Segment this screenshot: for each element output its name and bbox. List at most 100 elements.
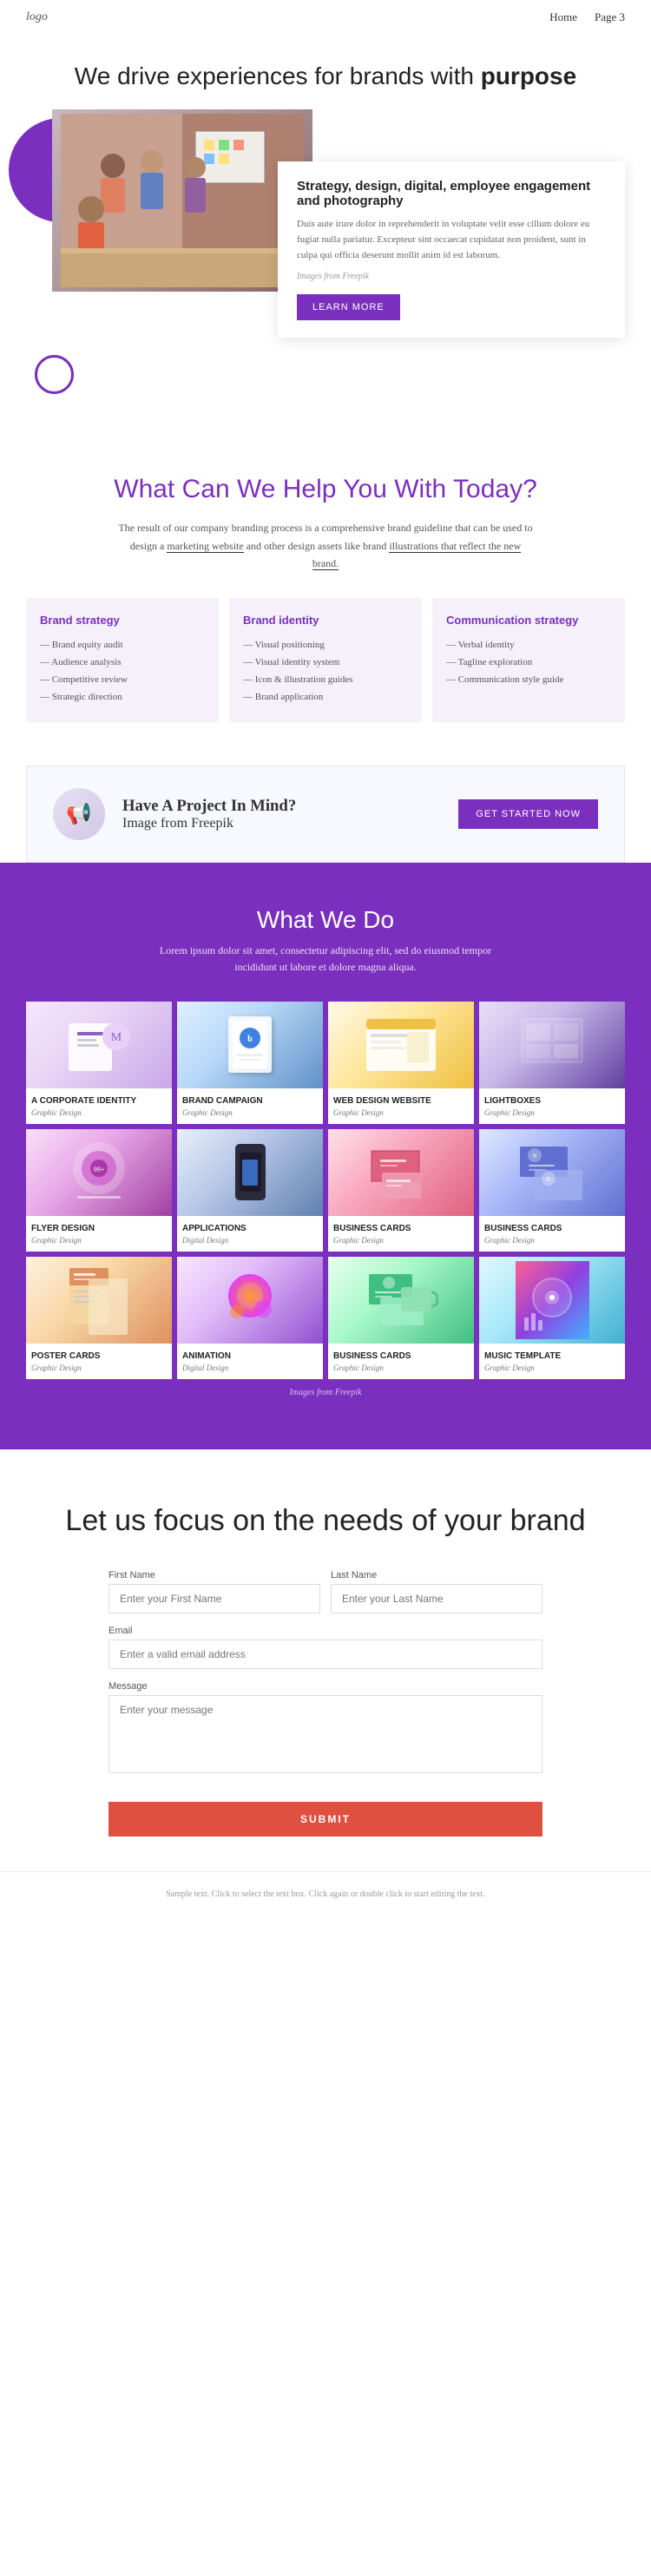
- project-banner: 📢 Have A Project In Mind? Image from Fre…: [26, 766, 625, 863]
- portfolio-thumb-applications: [177, 1129, 323, 1216]
- last-name-input[interactable]: [331, 1584, 542, 1613]
- portfolio-thumb-music: [479, 1257, 625, 1344]
- music-thumb-svg: [516, 1261, 589, 1339]
- name-row: First Name Last Name: [108, 1570, 542, 1613]
- hero-circle-small-decoration: [35, 355, 74, 394]
- portfolio-thumb-brand: b: [177, 1002, 323, 1088]
- contact-form: First Name Last Name Email Message SUBMI…: [108, 1570, 542, 1837]
- portfolio-info: WEB DESIGN WEBSITE Graphic Design: [328, 1088, 474, 1124]
- last-name-group: Last Name: [331, 1570, 542, 1613]
- list-item[interactable]: MUSIC TEMPLATE Graphic Design: [479, 1257, 625, 1379]
- list-item[interactable]: WEB DESIGN WEBSITE Graphic Design: [328, 1002, 474, 1124]
- portfolio-info: BUSINESS CARDS Graphic Design: [328, 1216, 474, 1252]
- biz3-thumb-svg: [365, 1261, 438, 1339]
- communication-strategy-list: Verbal identity Tagline exploration Comm…: [446, 637, 611, 688]
- portfolio-info: LIGHTBOXES Graphic Design: [479, 1088, 625, 1124]
- contact-title: Let us focus on the needs of your brand: [26, 1502, 625, 1540]
- portfolio-thumb-web: [328, 1002, 474, 1088]
- hero-illustration: [61, 114, 304, 287]
- portfolio-thumb-biz3: [328, 1257, 474, 1344]
- help-card-brand-strategy: Brand strategy Brand equity audit Audien…: [26, 598, 219, 721]
- svg-text:M: M: [111, 1031, 122, 1044]
- email-group: Email: [108, 1626, 542, 1669]
- list-item[interactable]: APPLICATIONS Digital Design: [177, 1129, 323, 1252]
- list-item[interactable]: BUSINESS CARDS Graphic Design: [328, 1129, 474, 1252]
- brand-strategy-list: Brand equity audit Audience analysis Com…: [40, 637, 205, 706]
- svg-text:N: N: [532, 1153, 536, 1160]
- hero-section: We drive experiences for brands with pur…: [0, 35, 651, 429]
- learn-more-button[interactable]: LEARN MORE: [297, 294, 400, 320]
- email-input[interactable]: [108, 1640, 542, 1669]
- get-started-button[interactable]: GET STARTED NOW: [458, 799, 598, 829]
- portfolio-thumb-flyer: 99+: [26, 1129, 172, 1216]
- hero-image: [52, 109, 312, 292]
- svg-text:N: N: [546, 1176, 550, 1183]
- portfolio-info: FLYER DESIGN Graphic Design: [26, 1216, 172, 1252]
- what-we-do-section: What We Do Lorem ipsum dolor sit amet, c…: [0, 863, 651, 1449]
- phone-icon: [235, 1144, 266, 1200]
- project-banner-text: Have A Project In Mind? Image from Freep…: [122, 797, 296, 831]
- portfolio-thumb-biz1: [328, 1129, 474, 1216]
- logo: logo: [26, 10, 48, 24]
- svg-text:b: b: [247, 1035, 253, 1044]
- portfolio-thumb-poster: [26, 1257, 172, 1344]
- hero-box-body: Duis aute irure dolor in reprehenderit i…: [297, 217, 606, 263]
- poster-thumb-svg: [62, 1261, 136, 1339]
- portfolio-thumb-lightboxes: [479, 1002, 625, 1088]
- portfolio-info: APPLICATIONS Digital Design: [177, 1216, 323, 1252]
- list-item[interactable]: b BRAND CAMPAIGN Graphic Design: [177, 1002, 323, 1124]
- list-item[interactable]: M A CORPORATE IDENTITY Graphic Design: [26, 1002, 172, 1124]
- help-cards: Brand strategy Brand equity audit Audien…: [26, 598, 625, 721]
- portfolio-info: A CORPORATE IDENTITY Graphic Design: [26, 1088, 172, 1124]
- portfolio-grid: M A CORPORATE IDENTITY Graphic Design b: [26, 1002, 625, 1379]
- portfolio-info: MUSIC TEMPLATE Graphic Design: [479, 1344, 625, 1379]
- list-item[interactable]: 99+ FLYER DESIGN Graphic Design: [26, 1129, 172, 1252]
- submit-button[interactable]: SUBMIT: [108, 1802, 542, 1837]
- navigation: logo Home Page 3: [0, 0, 651, 35]
- brand-thumb-svg: b: [233, 1021, 267, 1068]
- help-card-brand-identity: Brand identity Visual positioning Visual…: [229, 598, 422, 721]
- contact-section: Let us focus on the needs of your brand …: [0, 1449, 651, 1871]
- list-item[interactable]: BUSINESS CARDS Graphic Design: [328, 1257, 474, 1379]
- message-label: Message: [108, 1681, 542, 1692]
- freepik-credit: Images from Freepik: [26, 1379, 625, 1406]
- brand-identity-list: Visual positioning Visual identity syste…: [243, 637, 408, 706]
- list-item[interactable]: N N BUSINESS CARDS Graphic Design: [479, 1129, 625, 1252]
- flyer-thumb-svg: 99+: [64, 1134, 134, 1212]
- portfolio-info: BUSINESS CARDS Graphic Design: [479, 1216, 625, 1252]
- footer-note: Sample text. Click to select the text bo…: [0, 1871, 651, 1916]
- help-title: What Can We Help You With Today?: [26, 472, 625, 506]
- nav-links: Home Page 3: [549, 10, 625, 24]
- project-banner-left: 📢 Have A Project In Mind? Image from Fre…: [53, 788, 296, 840]
- help-section: What Can We Help You With Today? The res…: [0, 429, 651, 765]
- list-item[interactable]: POSTER CARDS Graphic Design: [26, 1257, 172, 1379]
- nav-page3[interactable]: Page 3: [595, 10, 625, 24]
- megaphone-icon: 📢: [53, 788, 105, 840]
- hero-img-credit: Images from Freepik: [297, 270, 606, 284]
- whatwedo-subtitle: Lorem ipsum dolor sit amet, consectetur …: [152, 943, 499, 976]
- help-card-communication-strategy: Communication strategy Verbal identity T…: [432, 598, 625, 721]
- list-item[interactable]: LIGHTBOXES Graphic Design: [479, 1002, 625, 1124]
- animation-thumb-svg: [215, 1261, 285, 1339]
- last-name-label: Last Name: [331, 1570, 542, 1580]
- hero-content: Strategy, design, digital, employee enga…: [26, 109, 625, 338]
- portfolio-info: BUSINESS CARDS Graphic Design: [328, 1344, 474, 1379]
- hero-box-heading: Strategy, design, digital, employee enga…: [297, 179, 606, 208]
- first-name-label: First Name: [108, 1570, 320, 1580]
- whatwedo-title: What We Do: [26, 906, 625, 934]
- corporate-thumb-svg: M: [60, 1006, 138, 1084]
- email-label: Email: [108, 1626, 542, 1636]
- first-name-group: First Name: [108, 1570, 320, 1613]
- portfolio-info: BRAND CAMPAIGN Graphic Design: [177, 1088, 323, 1124]
- nav-home[interactable]: Home: [549, 10, 577, 24]
- hero-text-box: Strategy, design, digital, employee enga…: [278, 161, 625, 338]
- biz2-thumb-svg: N N: [516, 1134, 589, 1212]
- first-name-input[interactable]: [108, 1584, 320, 1613]
- portfolio-thumb-animation: [177, 1257, 323, 1344]
- portfolio-thumb-biz2: N N: [479, 1129, 625, 1216]
- portfolio-thumb-corporate: M: [26, 1002, 172, 1088]
- message-input[interactable]: [108, 1695, 542, 1773]
- list-item[interactable]: ANIMATION Digital Design: [177, 1257, 323, 1379]
- portfolio-info: POSTER CARDS Graphic Design: [26, 1344, 172, 1379]
- message-group: Message: [108, 1681, 542, 1778]
